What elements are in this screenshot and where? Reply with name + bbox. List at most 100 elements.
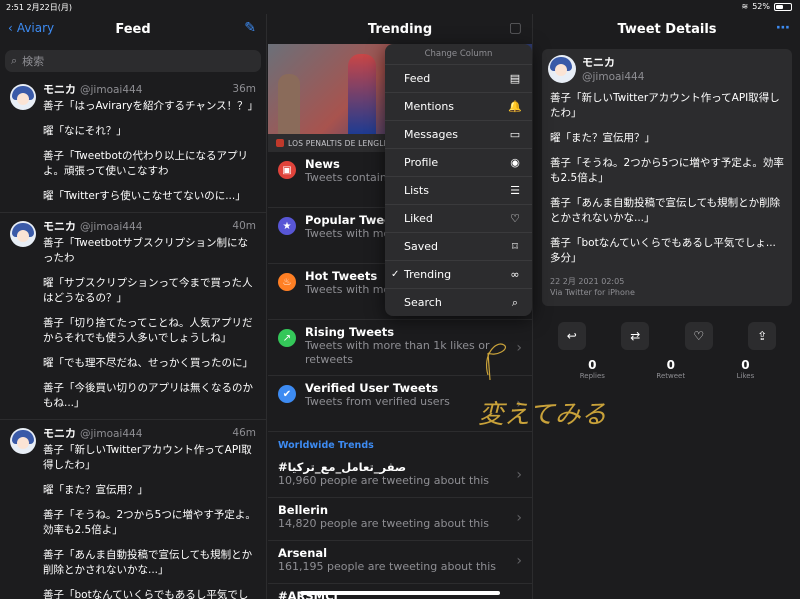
tweet-author-handle: @jimoai444: [80, 84, 143, 96]
banner-figure: [278, 74, 300, 134]
home-indicator[interactable]: [300, 591, 500, 595]
tweet-detail-card: モニカ @jimoai444 善子「新しいTwitterアカウント作ってAPI取…: [542, 49, 792, 306]
search-input[interactable]: ⌕ 検索: [5, 50, 261, 72]
menu-item-feed[interactable]: Feed ▤: [385, 64, 532, 92]
checkmark-icon: ✓: [391, 269, 400, 280]
details-navbar: Tweet Details ⋯: [534, 14, 800, 44]
trending-navbar: Trending ▢: [268, 14, 532, 44]
count-number: 0: [741, 358, 750, 372]
menu-item-trending[interactable]: ✓ Trending ∞: [385, 260, 532, 288]
popup-header: Change Column: [424, 49, 493, 59]
chevron-left-icon: ‹: [8, 21, 13, 35]
list-icon: ☰: [510, 184, 520, 197]
feed-navbar: ‹ Aviary Feed ✎: [0, 14, 266, 44]
battery-icon: [774, 2, 792, 11]
back-button[interactable]: ‹ Aviary: [8, 21, 54, 35]
heart-icon: ♡: [693, 329, 705, 343]
trend-title: Bellerin: [278, 503, 329, 517]
menu-item-mentions[interactable]: Mentions 🔔: [385, 92, 532, 120]
verified-icon: ✔: [278, 385, 296, 403]
avatar[interactable]: [10, 428, 36, 454]
menu-item-label: Feed: [404, 72, 431, 85]
tweet-time: 36m: [232, 83, 256, 95]
wifi-icon: ≋: [741, 2, 749, 11]
count-label: Likes: [736, 372, 755, 380]
more-options-icon[interactable]: ⋯: [776, 20, 790, 36]
details-title: Tweet Details: [617, 21, 717, 37]
like-button[interactable]: ♡: [684, 322, 713, 350]
tweet-author-name: モニカ: [43, 427, 76, 440]
detail-timestamp: 22 2月 2021 02:05: [550, 277, 625, 286]
newspaper-icon: ▣: [278, 161, 296, 179]
heart-icon: ♡: [510, 212, 520, 225]
tweet-body: 善子「はっAviraryを紹介するチャンス！？」 曜「なにそれ？」善子「Tweet…: [43, 99, 259, 204]
handwritten-annotation: 変えてみる: [478, 343, 607, 430]
detail-line: 善子「botなんていくらでもあるし平気でしょ...多分」: [550, 237, 776, 264]
share-button[interactable]: ⇪: [748, 322, 777, 350]
detail-line: 善子「新しいTwitterアカウント作ってAPI取得したわ」: [550, 92, 780, 119]
tweet-author-name: モニカ: [43, 83, 76, 96]
detail-line: 善子「そうね。2つから5つに増やす予定よ。効率も2.5倍よ」: [550, 157, 784, 184]
trend-subtitle: 10,960 people are tweeting about this: [278, 474, 490, 487]
menu-item-search[interactable]: Search ⌕: [385, 288, 532, 316]
tweet-line: 善子「あんま自動投稿で宣伝しても規制とか削除とかされないかな...」: [43, 549, 253, 576]
menu-item-label: Search: [404, 296, 442, 309]
tweet-line: 曜「でも理不尽だね、せっかく買ったのに」: [43, 357, 253, 369]
search-placeholder: 検索: [22, 55, 45, 68]
bookmark-icon: ⌑: [512, 240, 518, 253]
feed-tweet[interactable]: モニカ @jimoai444 40m 善子「Tweetbotサブスクリプション制になっ…: [0, 213, 266, 420]
avatar[interactable]: [10, 84, 36, 110]
tweet-line: 善子「今後買い切りのアプリは無くなるのかもね...」: [43, 382, 253, 409]
menu-item-liked[interactable]: Liked ♡: [385, 204, 532, 232]
status-time: 2:51 2月22日(月): [6, 3, 73, 12]
change-column-icon[interactable]: ▢: [509, 20, 522, 36]
worldwide-trends-list: #صفر_تعامل_مع_تركيا 10,960 people are twe…: [268, 455, 532, 599]
feed-title: Feed: [115, 21, 151, 37]
tweet-time: 40m: [232, 220, 256, 232]
detail-handle: @jimoai444: [582, 71, 645, 83]
tweet-line: 善子「botなんていくらでもあるし平気でし: [43, 589, 249, 599]
menu-item-label: Trending: [404, 268, 452, 281]
search-icon: ⌕: [11, 54, 18, 67]
battery-fill: [776, 4, 784, 9]
menu-item-messages[interactable]: Messages ▭: [385, 120, 532, 148]
banner-caption-text: LOS PENALTIS DE LENGLET: [288, 138, 394, 148]
avatar[interactable]: [10, 221, 36, 247]
menu-item-label: Lists: [404, 184, 429, 197]
arrow-up-icon: ↗: [278, 329, 296, 347]
detail-name: モニカ: [582, 56, 615, 69]
menu-item-lists[interactable]: Lists ☰: [385, 176, 532, 204]
back-label: Aviary: [16, 21, 55, 35]
search-icon: ⌕: [511, 295, 519, 309]
feed-icon: ▤: [509, 72, 521, 85]
chevron-right-icon: ›: [516, 467, 522, 483]
tweet-line: 善子「はっAviraryを紹介するチャンス！？」: [43, 100, 259, 112]
status-right: ≋ 52%: [742, 2, 792, 11]
tweet-time: 46m: [232, 427, 256, 439]
worldwide-trend-row[interactable]: #صفر_تعامل_مع_تركيا 10,960 people are twe…: [268, 455, 532, 498]
detail-line: 曜「また？宣伝用？」: [550, 132, 655, 144]
worldwide-trend-row[interactable]: Arsenal 161,195 people are tweeting about…: [268, 541, 532, 584]
tweet-line: 善子「切り捨てたってことね。人気アプリだからそれでも使う人多いでしょうしね」: [43, 317, 253, 344]
feed-tweet[interactable]: モニカ @jimoai444 46m 善子「新しいTwitterアカウント作ってAPI…: [0, 420, 266, 599]
tweet-author-name: モニカ: [43, 220, 76, 233]
detail-body: 善子「新しいTwitterアカウント作ってAPI取得したわ」曜「また？宣伝用？」…: [550, 91, 784, 266]
tweet-line: 善子「そうね。2つから5つに増やす予定よ。効率も2.5倍よ」: [43, 509, 256, 536]
tweet-line: 曜「なにそれ？」: [43, 125, 127, 137]
feed-tweet[interactable]: モニカ @jimoai444 36m 善子「はっAviraryを紹介するチャンス！？」…: [0, 76, 266, 213]
count-likes[interactable]: 0 Likes: [737, 358, 755, 380]
flame-icon: ♨: [278, 273, 296, 291]
worldwide-trend-row[interactable]: Bellerin 14,820 people are tweeting about…: [268, 498, 532, 541]
tweet-author-handle: @jimoai444: [80, 221, 143, 233]
menu-item-saved[interactable]: Saved ⌑: [385, 232, 532, 260]
menu-item-profile[interactable]: Profile ◉: [385, 148, 532, 176]
compose-icon[interactable]: ✎: [244, 20, 256, 36]
tweet-line: 曜「Twitterすら使いこなせてないのに...」: [43, 190, 246, 202]
avatar[interactable]: [548, 55, 576, 83]
tweet-line: 善子「Tweetbotの代わり以上になるアプリよ。頑張って使いこなすわ: [43, 150, 249, 177]
tweet-details-column: Tweet Details ⋯ モニカ @jimoai444 善子「新しいTwi…: [534, 14, 800, 599]
tweet-line: 曜「また？宣伝用？」: [43, 484, 148, 496]
tweet-line: 善子「新しいTwitterアカウント作ってAPI取得したわ」: [43, 444, 252, 471]
detail-line: 善子「あんま自動投稿で宣伝しても規制とか削除とかされないかな...」: [550, 197, 781, 224]
tweet-body: 善子「新しいTwitterアカウント作ってAPI取得したわ」曜「また？宣伝用？」…: [43, 443, 256, 599]
